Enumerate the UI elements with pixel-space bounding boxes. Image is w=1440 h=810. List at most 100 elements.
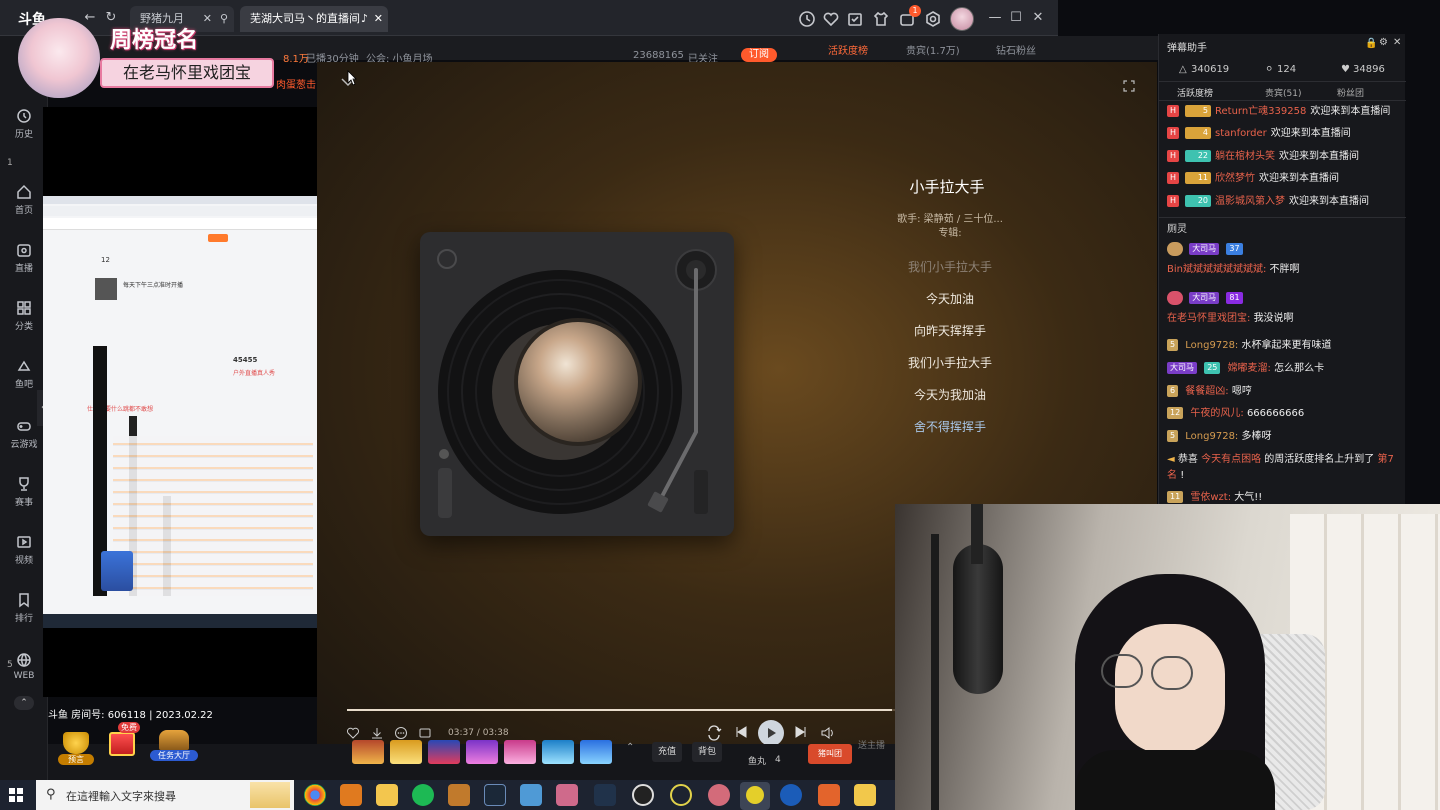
game-icon[interactable] — [448, 784, 470, 806]
taskbar-search[interactable]: ⚲ 在這裡輸入文字來搜尋 — [36, 780, 294, 810]
obs-icon[interactable] — [632, 784, 654, 806]
gift-item[interactable] — [428, 740, 460, 764]
top-tab-active[interactable]: 活跃度榜 — [828, 42, 868, 57]
app-icon[interactable] — [594, 784, 616, 806]
loop-icon[interactable] — [706, 725, 722, 741]
chat-tab-fanclub[interactable]: 粉丝团 — [1337, 86, 1364, 99]
chat-message[interactable]: 大司马 37 — [1167, 242, 1403, 260]
username[interactable]: 欣然梦竹 — [1215, 173, 1255, 184]
settings-icon[interactable] — [924, 10, 942, 28]
task-hall[interactable]: 任务大厅 — [150, 730, 198, 764]
gift-expand-icon[interactable]: ⌃ — [626, 742, 634, 753]
app-icon[interactable] — [520, 784, 542, 806]
gift-free[interactable]: 免费 — [104, 722, 140, 764]
volume-icon[interactable]: ♪ — [361, 6, 368, 32]
chat-message[interactable]: 5 Long9728: 多棒呀 — [1167, 429, 1403, 447]
nested-logo — [208, 234, 228, 242]
app-icon[interactable] — [854, 784, 876, 806]
top-tab-vip[interactable]: 贵宾(1.7万) — [906, 42, 960, 57]
spotify-icon[interactable] — [412, 784, 434, 806]
close-icon[interactable]: ✕ — [374, 6, 383, 32]
username[interactable]: Return亡魂339258 — [1215, 106, 1306, 117]
top-tab-diamond[interactable]: 钻石粉丝 — [996, 42, 1036, 57]
lock-icon[interactable]: 🔒 — [1365, 38, 1377, 49]
nav-events[interactable]: 赛事 — [0, 476, 48, 508]
chat-tab-active[interactable]: 活跃度榜 — [1177, 86, 1213, 99]
nav-fishbar[interactable]: 鱼吧 — [0, 358, 48, 390]
collapse-up-icon[interactable]: ⌃ — [14, 696, 34, 710]
windows-start-icon[interactable] — [9, 788, 23, 802]
steam-icon[interactable] — [484, 784, 506, 806]
app-icon[interactable] — [780, 784, 802, 806]
side-number: 1 — [7, 158, 13, 168]
minimize-icon[interactable]: — — [985, 8, 1005, 28]
username[interactable]: 躺在棺材头笑 — [1215, 151, 1275, 162]
chat-message[interactable]: 在老马怀里戏团宝: 我没说啊 — [1167, 311, 1403, 329]
like-icon[interactable] — [346, 726, 360, 740]
user-avatar[interactable] — [950, 7, 974, 31]
chat-tab-vip[interactable]: 贵宾(51) — [1265, 86, 1301, 99]
history-icon[interactable] — [798, 10, 816, 28]
file-explorer-icon[interactable] — [376, 784, 398, 806]
fan-club-badge[interactable]: 猪叫团 — [808, 744, 852, 764]
app-icon[interactable] — [556, 784, 578, 806]
gift-item[interactable] — [580, 740, 612, 764]
nav-home[interactable]: 首页 — [0, 184, 48, 216]
subscribe-button[interactable]: 订阅 — [741, 48, 777, 62]
nav-category[interactable]: 分类 — [0, 300, 48, 332]
nav-video[interactable]: 视频 — [0, 534, 48, 566]
pause-button[interactable] — [758, 720, 784, 746]
app-icon[interactable] — [670, 784, 692, 806]
douyu-app-icon[interactable] — [740, 782, 770, 810]
anime-avatar — [18, 18, 100, 98]
shirt-icon[interactable] — [872, 10, 890, 28]
app-icon[interactable] — [708, 784, 730, 806]
glasses — [1101, 654, 1211, 690]
nav-web[interactable]: WEB — [0, 652, 48, 681]
app-icon[interactable] — [340, 784, 362, 806]
close-icon[interactable]: ✕ — [1393, 37, 1401, 48]
download-icon[interactable] — [370, 726, 384, 740]
chat-message[interactable]: 大司马 81 — [1167, 291, 1403, 309]
microphone — [953, 544, 1003, 694]
chat-message[interactable]: 5 Long9728: 水杯拿起来更有味道 — [1167, 338, 1403, 356]
nav-history[interactable]: 历史 — [0, 108, 48, 140]
maximize-icon[interactable]: ☐ — [1006, 8, 1026, 28]
chrome-icon[interactable] — [304, 784, 326, 806]
gift-prophecy[interactable]: 预言 — [58, 732, 94, 765]
chat-message[interactable]: 12 午夜的风儿: 666666666 — [1167, 406, 1403, 424]
more-icon[interactable] — [394, 726, 408, 740]
expand-icon[interactable] — [1123, 80, 1135, 92]
comment-icon[interactable] — [418, 726, 432, 740]
chat-message[interactable]: 6 餐餐超凶: 嗯哼 — [1167, 384, 1403, 402]
welcome-row[interactable]: H 11 欣然梦竹 欢迎来到本直播间 — [1167, 171, 1403, 189]
welcome-row[interactable]: H 4 stanforder 欢迎来到本直播间 — [1167, 126, 1403, 144]
heart-icon[interactable] — [822, 10, 840, 28]
gift-item[interactable] — [352, 740, 384, 764]
task-icon[interactable] — [846, 10, 864, 28]
chat-message[interactable]: Bin斌斌斌斌斌斌斌斌: 不胖啊 — [1167, 262, 1403, 280]
settings-icon[interactable]: ⚙ — [1379, 37, 1388, 48]
gift-item[interactable] — [390, 740, 422, 764]
gift-item[interactable] — [466, 740, 498, 764]
progress-track[interactable] — [347, 709, 895, 711]
nested-count: 45455 — [233, 356, 258, 364]
next-icon[interactable] — [793, 724, 809, 740]
recharge-button[interactable]: 充值 — [652, 742, 682, 762]
welcome-row[interactable]: H 22 躺在棺材头笑 欢迎来到本直播间 — [1167, 149, 1403, 167]
gift-item[interactable] — [504, 740, 536, 764]
username[interactable]: stanforder — [1215, 128, 1267, 139]
chat-message[interactable]: 大司马 25 嫦嘟麦溜: 怎么那么卡 — [1167, 361, 1403, 379]
app-icon[interactable] — [818, 784, 840, 806]
welcome-row[interactable]: H 5 Return亡魂339258 欢迎来到本直播间 — [1167, 104, 1403, 122]
window-close-icon[interactable]: ✕ — [1028, 8, 1048, 28]
username[interactable]: 温影城风第入梦 — [1215, 196, 1285, 207]
backpack-button[interactable]: 背包 — [692, 742, 722, 762]
gift-item[interactable] — [542, 740, 574, 764]
previous-icon[interactable] — [733, 724, 749, 740]
level-badge: 22 — [1185, 150, 1211, 162]
nav-ranking[interactable]: 排行 — [0, 592, 48, 624]
nav-live[interactable]: 直播 — [0, 242, 48, 274]
volume-icon[interactable] — [820, 725, 836, 741]
welcome-row[interactable]: H 20 温影城风第入梦 欢迎来到本直播间 — [1167, 194, 1403, 212]
